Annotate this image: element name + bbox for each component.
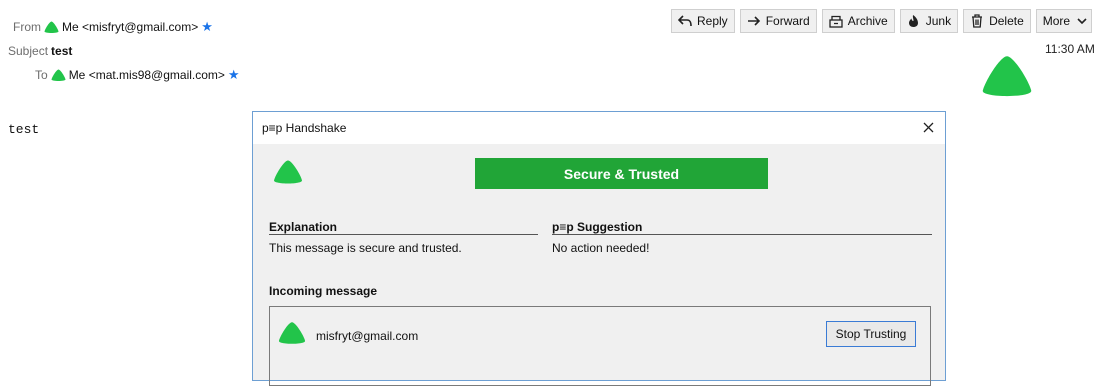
pep-trusted-icon: [51, 69, 66, 81]
junk-label: Junk: [925, 14, 952, 28]
message-toolbar: Reply Forward Archive Junk Delete More: [671, 9, 1093, 33]
to-address[interactable]: Me <mat.mis98@gmail.com>: [69, 68, 225, 82]
subject-value: test: [51, 44, 73, 58]
forward-button[interactable]: Forward: [739, 9, 817, 33]
suggestion-text: No action needed!: [552, 241, 650, 255]
forward-icon: [747, 14, 761, 28]
close-icon[interactable]: [917, 116, 939, 138]
message-date: 11:30 AM: [1045, 42, 1095, 56]
to-label: To: [35, 68, 48, 82]
star-icon[interactable]: ★: [228, 68, 240, 81]
dialog-titlebar[interactable]: p≡p Handshake: [253, 112, 945, 144]
pep-trusted-icon: [274, 160, 302, 184]
archive-button[interactable]: Archive: [821, 9, 895, 33]
more-button[interactable]: More: [1035, 9, 1093, 33]
junk-button[interactable]: Junk: [899, 9, 959, 33]
archive-label: Archive: [847, 14, 888, 28]
explanation-divider: [269, 234, 538, 235]
delete-button[interactable]: Delete: [963, 9, 1031, 33]
pep-trusted-icon[interactable]: [981, 53, 1033, 101]
delete-label: Delete: [989, 14, 1024, 28]
incoming-heading: Incoming message: [269, 284, 378, 298]
junk-icon: [907, 14, 921, 28]
forward-label: Forward: [765, 14, 810, 28]
dialog-title: p≡p Handshake: [262, 121, 347, 135]
star-icon[interactable]: ★: [201, 20, 213, 33]
from-address[interactable]: Me <misfryt@gmail.com>: [62, 20, 198, 34]
reply-button[interactable]: Reply: [671, 9, 735, 33]
suggestion-heading: p≡p Suggestion: [552, 220, 643, 234]
more-label: More: [1042, 14, 1071, 28]
stop-trusting-button[interactable]: Stop Trusting: [826, 321, 916, 347]
handshake-dialog: p≡p Handshake Secure & Trusted Explanati…: [252, 111, 946, 386]
incoming-address: misfryt@gmail.com: [316, 329, 419, 343]
delete-icon: [970, 14, 984, 28]
incoming-identity: misfryt@gmail.com Stop Trusting: [269, 306, 931, 386]
suggestion-divider: [552, 234, 932, 235]
reply-icon: [678, 14, 692, 28]
from-label: From: [13, 20, 41, 34]
archive-icon: [829, 14, 843, 28]
from-row: From Me <misfryt@gmail.com> ★: [13, 20, 213, 34]
subject-row: Subject test: [8, 44, 72, 58]
status-badge: Secure & Trusted: [475, 158, 768, 189]
explanation-heading: Explanation: [269, 220, 338, 234]
message-body: test: [8, 122, 40, 137]
pep-trusted-icon: [278, 322, 306, 344]
to-row: To Me <mat.mis98@gmail.com> ★: [35, 68, 240, 82]
explanation-text: This message is secure and trusted.: [269, 241, 462, 255]
pep-trusted-icon: [44, 21, 59, 33]
chevron-down-icon: [1075, 14, 1089, 28]
subject-label: Subject: [8, 44, 49, 58]
reply-label: Reply: [697, 14, 728, 28]
